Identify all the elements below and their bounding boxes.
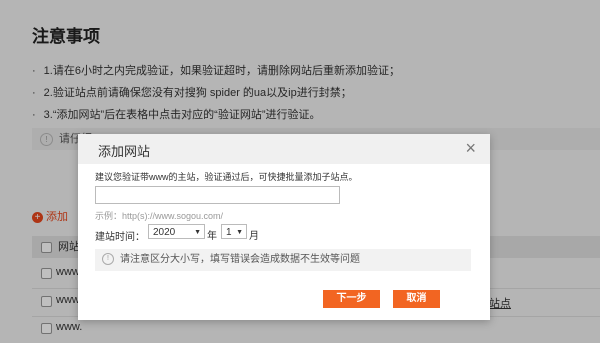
year-unit: 年 xyxy=(207,231,217,242)
dialog-header: 添加网站 × xyxy=(78,134,490,164)
next-step-button[interactable]: 下一步 xyxy=(323,290,380,308)
year-select[interactable]: 2020 ▼ xyxy=(148,224,205,239)
notice-text: 请注意区分大小写，填写错误会造成数据不生效等问题 xyxy=(120,254,360,265)
month-select[interactable]: 1 ▼ xyxy=(221,224,247,239)
cancel-button[interactable]: 取消 xyxy=(393,290,440,308)
site-url-input[interactable] xyxy=(95,186,340,204)
month-unit: 月 xyxy=(249,231,259,242)
year-value: 2020 xyxy=(153,227,176,238)
info-icon: ! xyxy=(102,253,114,266)
dialog-title: 添加网站 xyxy=(98,144,151,159)
case-notice: ! 请注意区分大小写，填写错误会造成数据不生效等问题 xyxy=(95,249,471,271)
dropdown-arrow-icon: ▼ xyxy=(236,229,243,236)
add-site-dialog: 添加网站 × 建议您验证带www的主站，验证通过后，可快捷批量添加子站点。 示例… xyxy=(78,134,490,320)
url-example: 示例：http(s)://www.sogou.com/ xyxy=(95,211,224,221)
build-date-label: 建站时间： xyxy=(95,232,145,243)
month-value: 1 xyxy=(226,227,232,238)
dropdown-arrow-icon: ▼ xyxy=(194,229,201,236)
close-icon[interactable]: × xyxy=(465,138,476,158)
dialog-hint: 建议您验证带www的主站，验证通过后，可快捷批量添加子站点。 xyxy=(95,172,358,182)
